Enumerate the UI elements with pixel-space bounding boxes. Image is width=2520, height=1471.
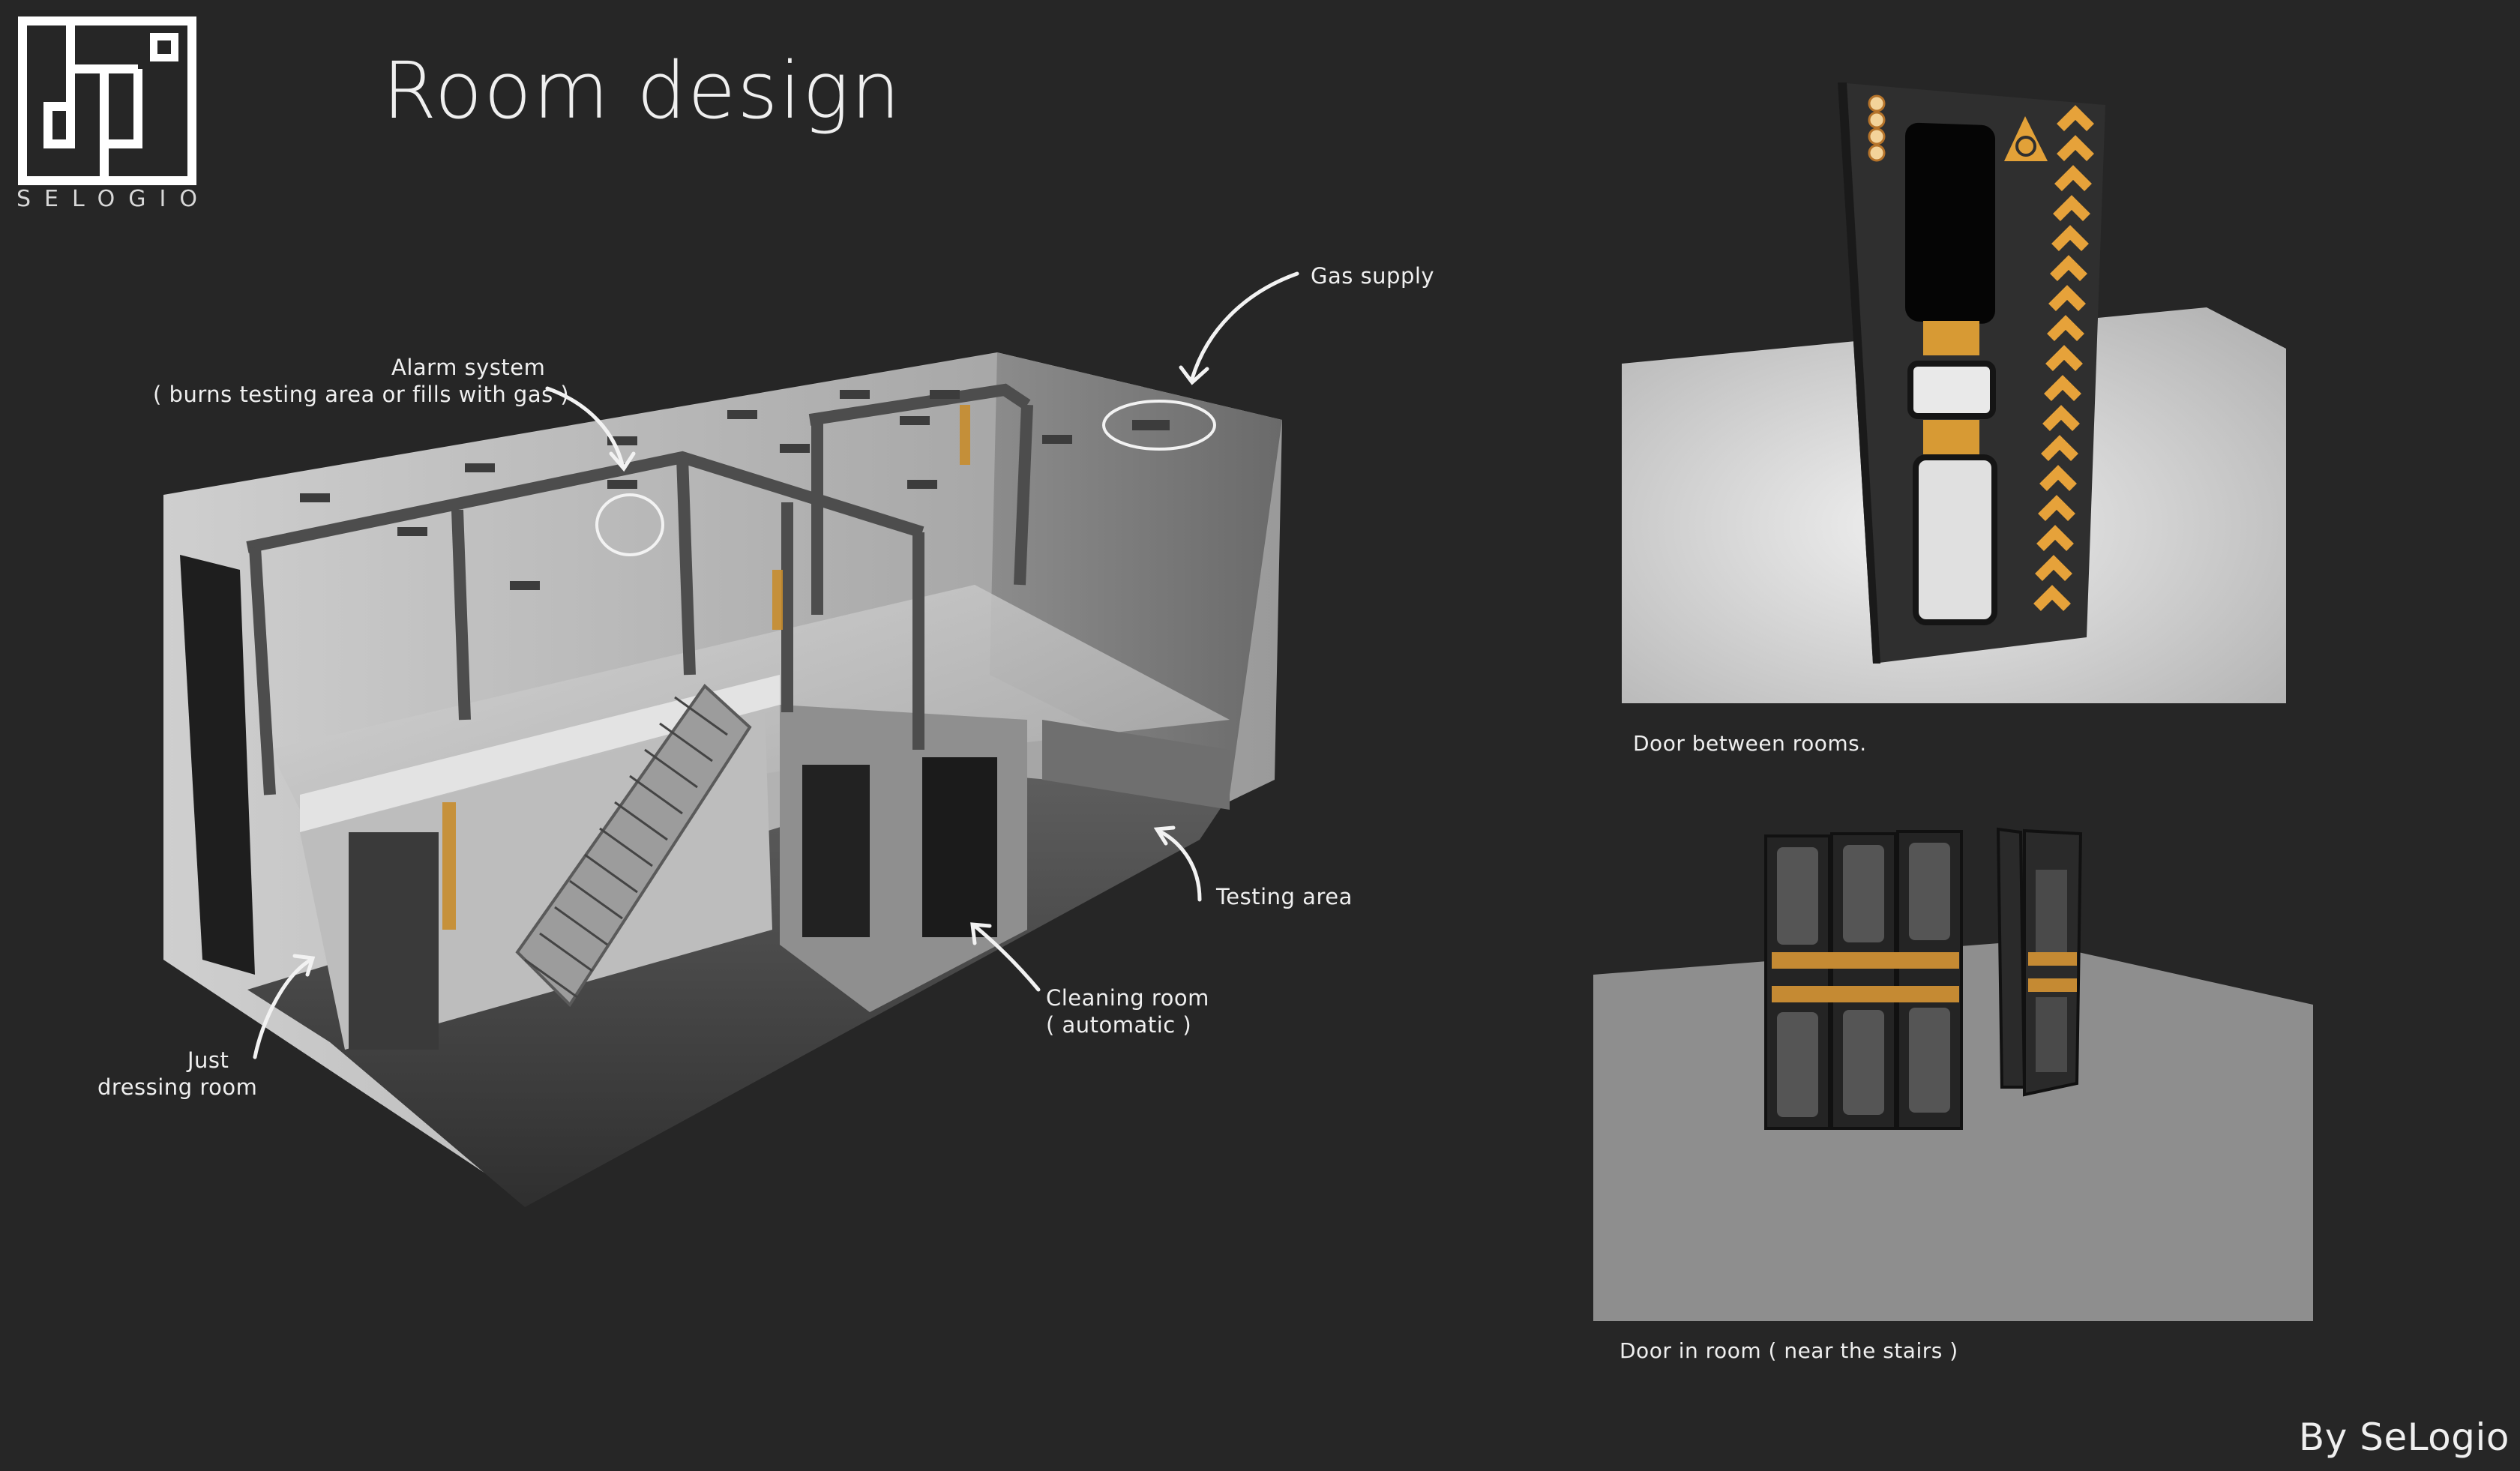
door-between-rooms-render — [1622, 82, 2286, 705]
cleaning-room-note: ( automatic ) — [1046, 1012, 1192, 1038]
cleaning-room-label: Cleaning room — [1046, 985, 1209, 1011]
caption-door-between-rooms: Door between rooms. — [1633, 731, 1867, 756]
alarm-system-label: Alarm system — [391, 355, 546, 380]
testing-area-label: Testing area — [1216, 884, 1353, 909]
gas-supply-label: Gas supply — [1311, 263, 1435, 289]
artist-credit: By SeLogio — [2298, 1416, 2510, 1459]
caption-door-in-room: Door in room ( near the stairs ) — [1620, 1338, 1958, 1363]
door-in-room-render — [1593, 827, 2313, 1321]
alarm-system-note: ( burns testing area or fills with gas ) — [153, 382, 570, 407]
dressing-room-label-2: dressing room — [97, 1074, 258, 1100]
dressing-room-label-1: Just — [187, 1047, 229, 1073]
